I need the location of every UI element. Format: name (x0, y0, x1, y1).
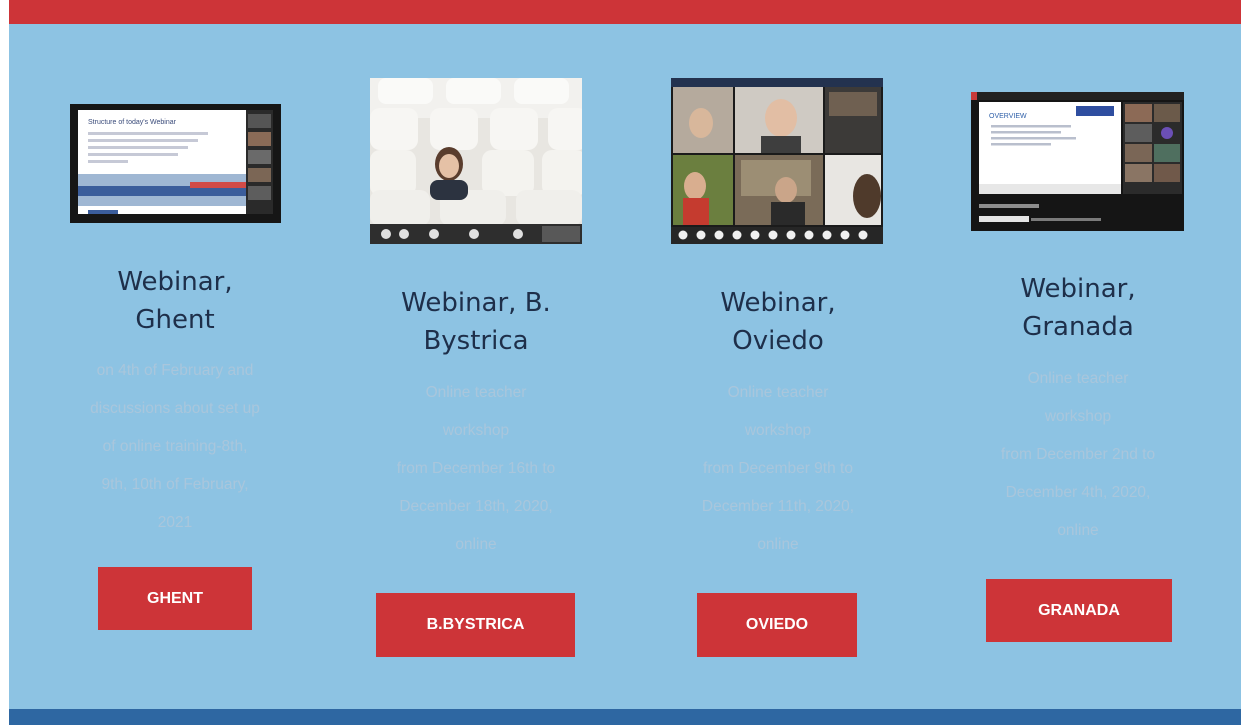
webinar-granada-desc-line-4: December 4th, 2020, (1005, 484, 1151, 501)
webinar-granada-desc-line-1: Online teacher (1027, 370, 1129, 387)
granada-slide-title: OVERVIEW (989, 113, 1027, 120)
webinar-bbystrica-description: Online teacher workshop from December 16… (341, 374, 611, 564)
webinar-bbystrica-title-line-1: Webinar, B. (401, 288, 551, 318)
webinar-granada-desc-line-2: workshop (1044, 408, 1112, 425)
webinar-granada-desc-line-3: from December 2nd to (1000, 446, 1156, 463)
webinar-oviedo-title-line-2: Oviedo (732, 326, 824, 356)
footer-bar (9, 709, 1241, 725)
webinar-granada-thumbnail: OVERVIEW (971, 92, 1184, 231)
webinar-ghent-desc-line-3: of online training-8th, (102, 438, 248, 455)
webinar-ghent-description: on 4th of February and discussions about… (40, 352, 310, 542)
webinar-bbystrica-desc-line-1: Online teacher (425, 384, 527, 401)
webinar-bbystrica-desc-line-2: workshop (442, 422, 510, 439)
webinar-granada-title-line-1: Webinar, (1020, 274, 1136, 304)
webinar-ghent-title-line-1: Webinar, (117, 267, 233, 297)
webinar-oviedo-desc-line-5: online (757, 536, 799, 553)
webinar-bbystrica-thumbnail (370, 78, 582, 244)
svg-text:Structure of today's Webinar: Structure of today's Webinar (88, 119, 177, 126)
webinar-oviedo-desc-line-3: from December 9th to (703, 460, 853, 477)
webinar-bbystrica-desc-line-3: from December 16th to (396, 460, 556, 477)
webinar-ghent-desc-line-2: discussions about set up (90, 400, 260, 417)
granada-button[interactable]: GRANADA (986, 579, 1172, 642)
webinar-ghent-desc-line-5: 2021 (157, 514, 193, 531)
webinar-oviedo-title: Webinar, Oviedo (643, 284, 913, 360)
webinar-granada-description: Online teacher workshop from December 2n… (943, 360, 1213, 550)
webinar-ghent-thumbnail: Structure of today's Webinar (70, 104, 281, 223)
webinar-oviedo-desc-line-2: workshop (744, 422, 812, 439)
webinar-bbystrica-desc-line-5: online (455, 536, 497, 553)
webinar-granada-title: Webinar, Granada (943, 270, 1213, 346)
oviedo-button[interactable]: OVIEDO (697, 593, 857, 657)
webinar-oviedo-thumbnail (671, 78, 883, 244)
webinar-ghent-desc-line-4: 9th, 10th of February, (101, 476, 249, 493)
webinar-bbystrica-desc-line-4: December 18th, 2020, (399, 498, 553, 515)
webinar-ghent-title-line-2: Ghent (135, 305, 215, 335)
webinar-bbystrica-title: Webinar, B. Bystrica (341, 284, 611, 360)
top-accent-bar (9, 0, 1241, 24)
bbystrica-button[interactable]: B.BYSTRICA (376, 593, 575, 657)
webinar-oviedo-desc-line-4: December 11th, 2020, (701, 498, 855, 515)
webinar-ghent-desc-line-1: on 4th of February and (96, 362, 254, 379)
ghent-button[interactable]: GHENT (98, 567, 252, 630)
webinar-oviedo-title-line-1: Webinar, (720, 288, 836, 318)
webinar-granada-desc-line-5: online (1057, 522, 1099, 539)
webinar-ghent-title: Webinar, Ghent (40, 263, 310, 339)
webinar-oviedo-description: Online teacher workshop from December 9t… (643, 374, 913, 564)
webinar-bbystrica-title-line-2: Bystrica (423, 326, 529, 356)
webinar-oviedo-desc-line-1: Online teacher (727, 384, 829, 401)
webinar-granada-title-line-2: Granada (1022, 312, 1134, 342)
